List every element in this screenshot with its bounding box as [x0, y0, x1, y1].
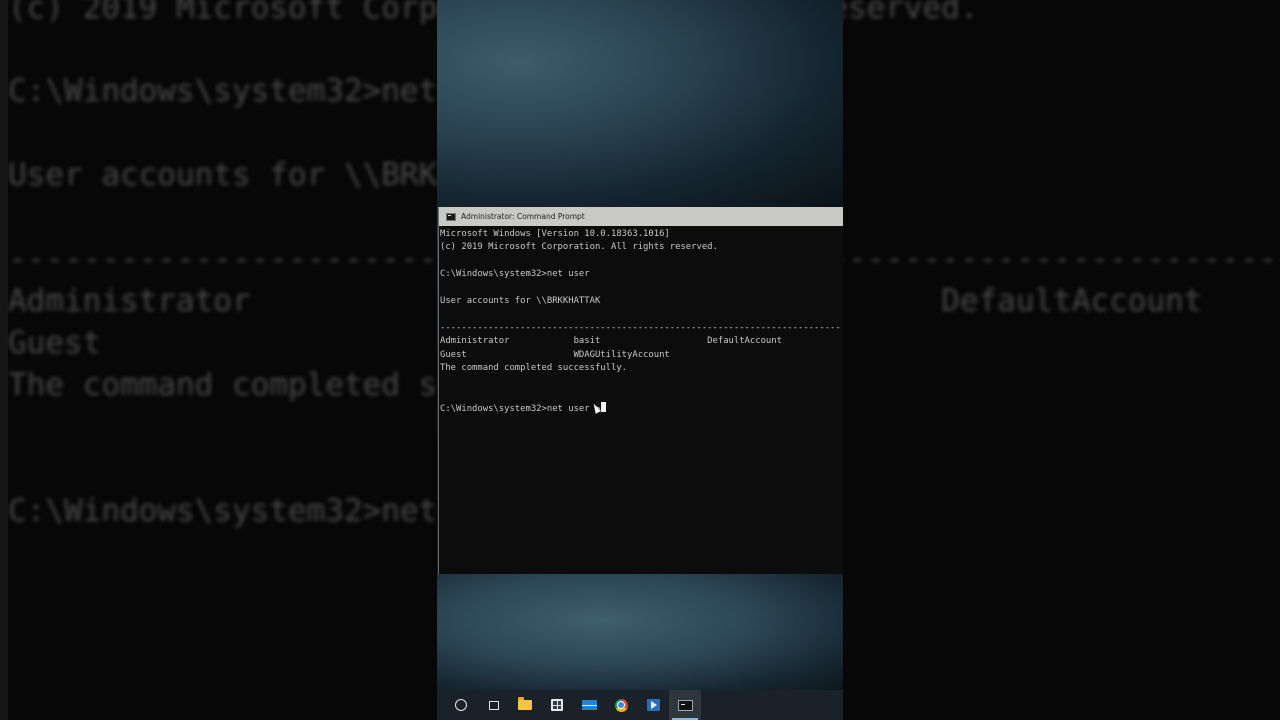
- command-prompt-icon: [446, 212, 456, 221]
- taskbar-command-prompt-button[interactable]: [669, 690, 701, 720]
- taskbar-cortana-button[interactable]: [445, 690, 477, 720]
- folder-icon: [518, 697, 532, 710]
- console-line: Microsoft Windows [Version 10.0.18363.10…: [440, 229, 670, 239]
- media-app-icon: [646, 699, 660, 711]
- taskbar-file-explorer-button[interactable]: [509, 690, 541, 720]
- mail-icon: [581, 700, 597, 710]
- video-frame: (c) 2019 Microsoft Corporation. All righ…: [0, 0, 1280, 720]
- taskbar-mail-button[interactable]: [573, 690, 605, 720]
- window-titlebar[interactable]: Administrator: Command Prompt: [439, 207, 843, 226]
- bg-window-edge: [0, 0, 8, 720]
- console-current-command: C:\Windows\system32>net user >: [440, 404, 601, 415]
- console-line: (c) 2019 Microsoft Corporation. All righ…: [440, 242, 718, 253]
- console-line: C:\Windows\system32>net user: [440, 269, 590, 280]
- cortana-circle-icon: [455, 699, 467, 711]
- console-output[interactable]: Microsoft Windows [Version 10.0.18363.10…: [440, 228, 840, 415]
- command-prompt-icon: [677, 699, 693, 711]
- console-line: User accounts for \\BRKKHATTAK: [440, 295, 601, 306]
- taskbar-task-view-button[interactable]: [477, 690, 509, 720]
- console-prompt-line[interactable]: C:\Windows\system32>net user >: [440, 402, 840, 415]
- console-line: Administrator basit DefaultAccount: [440, 336, 782, 347]
- console-separator: ----------------------------------------…: [440, 322, 840, 333]
- command-prompt-window[interactable]: Administrator: Command Prompt Microsoft …: [438, 207, 843, 574]
- store-icon: [551, 699, 563, 711]
- window-title: Administrator: Command Prompt: [461, 212, 585, 221]
- desktop-screen: Administrator: Command Prompt Microsoft …: [437, 0, 843, 720]
- taskbar-chrome-button[interactable]: [605, 690, 637, 720]
- console-line: Guest WDAGUtilityAccount: [440, 349, 670, 360]
- desktop-wallpaper-bottom: [437, 574, 843, 690]
- task-view-icon: [487, 700, 499, 710]
- chrome-icon: [614, 698, 628, 712]
- taskbar-store-button[interactable]: [541, 690, 573, 720]
- taskbar-app-button[interactable]: [637, 690, 669, 720]
- desktop-wallpaper-top: [437, 0, 843, 207]
- text-cursor: [601, 402, 607, 413]
- console-line: The command completed successfully.: [440, 362, 628, 373]
- taskbar: [437, 690, 843, 720]
